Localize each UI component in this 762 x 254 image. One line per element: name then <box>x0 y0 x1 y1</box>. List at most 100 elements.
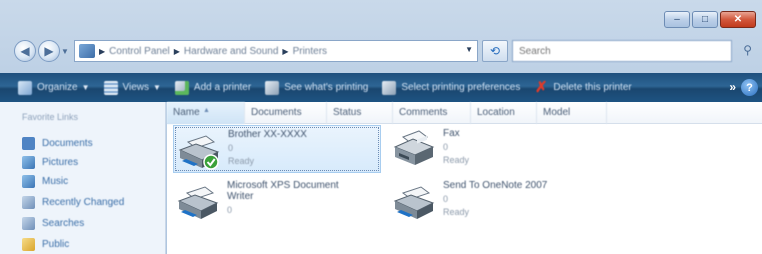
column-header-documents[interactable]: Documents <box>245 102 327 124</box>
printer-icon <box>177 186 219 219</box>
printer-info: Microsoft XPS Document Writer 0 <box>227 177 339 225</box>
maximize-button[interactable]: □ <box>692 11 718 28</box>
fax-icon <box>393 130 435 165</box>
sort-ascending-icon: ▲ <box>203 107 210 114</box>
printing-prefs-label: Select printing preferences <box>401 82 521 93</box>
printers-list: Name ▲ Documents Status Comments Locatio… <box>167 102 762 254</box>
sidebar-item-label: Searches <box>42 217 85 229</box>
add-printer-button[interactable]: Add a printer <box>174 80 252 95</box>
sidebar-item-music[interactable]: Music <box>22 173 68 189</box>
help-button[interactable]: ? <box>741 79 758 96</box>
address-bar[interactable]: ▶ Control Panel ▶ Hardware and Sound ▶ P… <box>74 40 478 62</box>
organize-button[interactable]: Organize ▼ <box>18 80 90 95</box>
column-header-row: Name ▲ Documents Status Comments Locatio… <box>167 102 762 124</box>
sidebar-item-label: Documents <box>42 137 93 149</box>
music-icon <box>22 174 35 188</box>
sidebar-item-label: Recently Changed <box>42 196 125 208</box>
more-commands-button[interactable]: » <box>729 80 736 94</box>
breadcrumb-printers[interactable]: Printers <box>293 46 327 57</box>
back-arrow-icon: ◀ <box>20 44 30 58</box>
sidebar-item-label: Public <box>42 238 70 250</box>
views-button[interactable]: Views ▼ <box>103 80 161 95</box>
explorer-window: – □ ✕ ◀ ▶ ▼ ▶ Control Panel ▶ Hardware a… <box>0 0 762 254</box>
column-label: Name <box>173 107 200 118</box>
search-icon[interactable]: ⚲ <box>743 43 752 57</box>
breadcrumb-separator[interactable]: ▶ <box>99 47 105 56</box>
address-dropdown[interactable]: ▼ <box>465 45 473 54</box>
printer-info: Fax 0 Ready <box>443 125 469 173</box>
sidebar-item-label: Pictures <box>42 156 79 168</box>
printer-name-line2: Writer <box>227 191 254 202</box>
printer-prefs-icon <box>382 80 397 95</box>
add-printer-label: Add a printer <box>193 82 252 93</box>
minimize-button[interactable]: – <box>664 11 690 28</box>
column-header-model[interactable]: Model <box>537 102 607 124</box>
chevron-down-icon: ▼ <box>81 83 90 92</box>
close-button[interactable]: ✕ <box>720 11 756 28</box>
printer-name: Microsoft XPS Document <box>227 180 339 191</box>
printer-tile-xps-writer[interactable]: Microsoft XPS Document Writer 0 <box>173 177 381 225</box>
printer-tile-onenote[interactable]: Send To OneNote 2007 0 Ready <box>389 177 599 225</box>
printer-icon <box>393 186 435 219</box>
sidebar-item-recently-changed[interactable]: Recently Changed <box>22 194 124 210</box>
breadcrumb-control-panel[interactable]: Control Panel <box>109 46 170 57</box>
organize-icon <box>18 80 32 95</box>
delete-printer-label: Delete this printer <box>553 82 632 93</box>
back-button[interactable]: ◀ <box>14 40 36 62</box>
printer-info: Send To OneNote 2007 0 Ready <box>443 177 547 225</box>
printer-queue-icon <box>265 80 280 95</box>
sidebar-item-pictures[interactable]: Pictures <box>22 154 78 170</box>
printer-doc-count: 0 <box>443 142 449 152</box>
see-printing-label: See what's printing <box>284 82 369 93</box>
address-row: ◀ ▶ ▼ ▶ Control Panel ▶ Hardware and Sou… <box>14 38 762 64</box>
views-label: Views <box>122 82 150 93</box>
printer-name: Send To OneNote 2007 <box>443 180 548 191</box>
search-input[interactable] <box>512 40 732 62</box>
printer-status: Ready <box>443 207 470 217</box>
breadcrumb-hardware-sound[interactable]: Hardware and Sound <box>184 46 279 57</box>
documents-icon <box>22 136 35 150</box>
command-bar: Organize ▼ Views ▼ Add a printer See wha… <box>0 73 762 102</box>
column-header-comments[interactable]: Comments <box>393 102 471 124</box>
sidebar-item-public[interactable]: Public <box>22 236 69 252</box>
add-printer-icon <box>174 80 189 95</box>
forward-button[interactable]: ▶ <box>38 40 60 62</box>
caption-buttons: – □ ✕ <box>664 11 756 28</box>
breadcrumb-separator[interactable]: ▶ <box>282 47 288 56</box>
printer-doc-count: 0 <box>228 143 234 153</box>
pictures-icon <box>22 155 35 169</box>
sidebar-item-label: Music <box>42 175 69 187</box>
refresh-button[interactable]: ⟲ <box>482 40 508 62</box>
sidebar-item-documents[interactable]: Documents <box>22 135 93 151</box>
control-panel-icon <box>79 44 95 58</box>
organize-label: Organize <box>37 82 78 93</box>
printer-status: Ready <box>443 155 470 165</box>
navigation-pane: Favorite Links Documents Pictures Music … <box>0 102 166 254</box>
column-header-location[interactable]: Location <box>471 102 537 124</box>
views-icon <box>103 80 118 95</box>
recent-icon <box>22 195 35 209</box>
searches-icon <box>22 216 35 230</box>
chevron-down-icon: ▼ <box>153 83 161 92</box>
printer-tile-brother[interactable]: Brother XX-XXXX 0 Ready <box>173 125 381 173</box>
printer-icon <box>178 135 220 170</box>
column-header-name[interactable]: Name ▲ <box>167 102 245 124</box>
delete-icon: ✗ <box>535 78 548 96</box>
see-printing-button[interactable]: See what's printing <box>265 80 369 95</box>
printer-status: Ready <box>228 156 255 166</box>
refresh-icon: ⟲ <box>489 44 501 58</box>
favorite-links-heading: Favorite Links <box>22 112 79 122</box>
breadcrumb-separator[interactable]: ▶ <box>174 47 180 56</box>
printer-tile-fax[interactable]: Fax 0 Ready <box>389 125 599 173</box>
printer-doc-count: 0 <box>227 205 233 215</box>
delete-printer-button[interactable]: ✗ Delete this printer <box>534 78 632 96</box>
forward-arrow-icon: ▶ <box>44 44 54 58</box>
printer-info: Brother XX-XXXX 0 Ready <box>228 126 307 172</box>
printer-name: Brother XX-XXXX <box>228 129 307 140</box>
column-header-status[interactable]: Status <box>327 102 393 124</box>
printer-name: Fax <box>443 128 460 139</box>
public-icon <box>22 237 35 251</box>
sidebar-item-searches[interactable]: Searches <box>22 215 84 231</box>
printing-prefs-button[interactable]: Select printing preferences <box>382 80 521 95</box>
recent-pages-dropdown[interactable]: ▼ <box>60 47 70 56</box>
